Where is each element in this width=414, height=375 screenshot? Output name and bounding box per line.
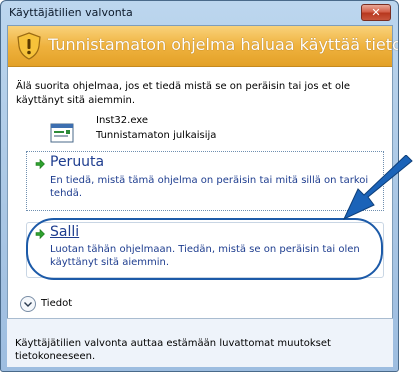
arrow-right-icon: [35, 159, 45, 169]
cancel-title: Peruuta: [50, 154, 105, 170]
cancel-option[interactable]: Peruuta En tiedä, mistä tämä ohjelma on …: [26, 151, 384, 211]
chevron-down-icon[interactable]: [19, 295, 37, 313]
window-title: Käyttäjätilien valvonta: [9, 6, 133, 19]
pointer-arrow-icon: [342, 155, 413, 221]
program-publisher: Tunnistamaton julkaisija: [96, 130, 217, 141]
program-name: Inst32.exe: [96, 115, 149, 126]
cancel-desc-line2: tehdä.: [50, 188, 83, 199]
allow-option[interactable]: Salli Luotan tähän ohjelmaan. Tiedän, mi…: [26, 222, 384, 278]
shield-warning-icon: [17, 32, 41, 60]
dialog-body: Tunnistamaton ohjelma haluaa käyttää tie…: [7, 25, 398, 367]
footer-text: Käyttäjätilien valvonta auttaa estämään …: [15, 338, 331, 362]
title-bar[interactable]: Käyttäjätilien valvonta ✕: [1, 1, 398, 25]
allow-title: Salli: [50, 224, 80, 240]
installer-icon: [50, 123, 74, 143]
arrow-right-icon: [35, 229, 45, 239]
warning-banner: Tunnistamaton ohjelma haluaa käyttää tie…: [8, 26, 398, 67]
banner-title: Tunnistamaton ohjelma haluaa käyttää tie…: [48, 35, 398, 54]
footer-panel: Käyttäjätilien valvonta auttaa estämään …: [7, 319, 393, 367]
details-toggle-label[interactable]: Tiedot: [41, 298, 72, 309]
close-button[interactable]: ✕: [361, 4, 391, 21]
warning-description: Älä suorita ohjelmaa, jos et tiedä mistä…: [16, 81, 351, 106]
cancel-description: En tiedä, mistä tämä ohjelma on peräisin…: [50, 174, 379, 200]
allow-description: Luotan tähän ohjelmaan. Tiedän, mistä se…: [50, 244, 360, 268]
cancel-desc-line1: En tiedä, mistä tämä ohjelma on peräisin…: [50, 175, 369, 186]
